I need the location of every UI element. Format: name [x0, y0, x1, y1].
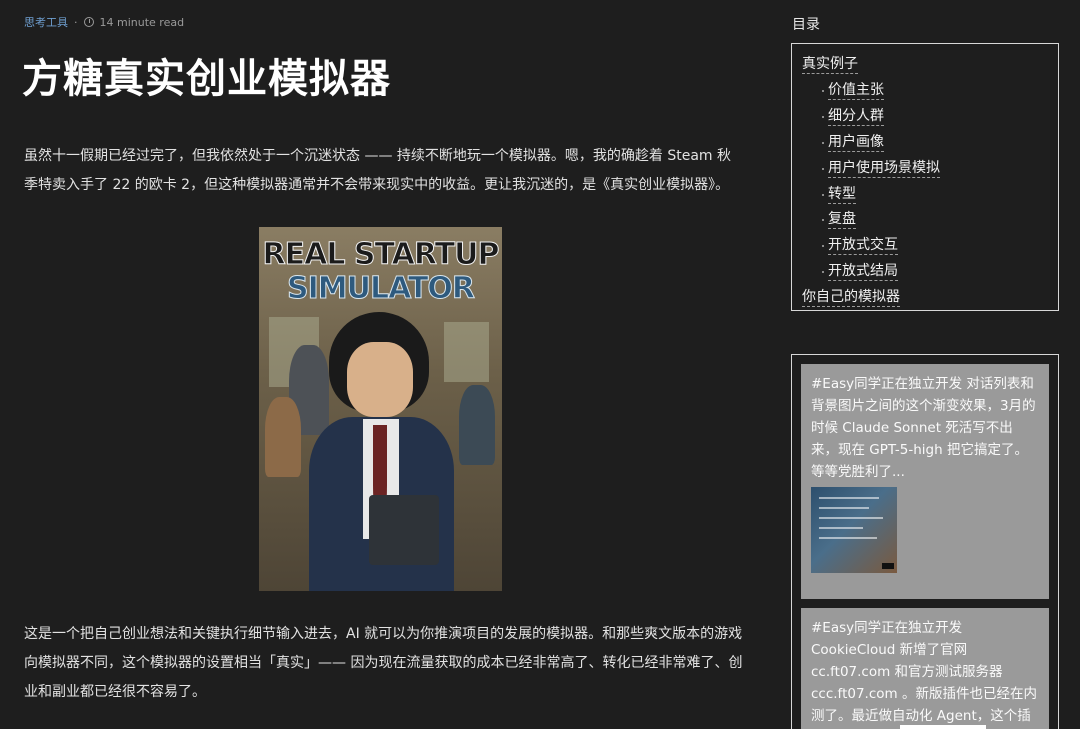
toc-item-label: 开放式结局 — [828, 263, 898, 282]
feed-panel: #Easy同学正在独立开发 对话列表和背景图片之间的这个渐变效果，3月的时候 C… — [791, 354, 1059, 729]
toc-item-label: 价值主张 — [828, 81, 884, 100]
toc-title: 目录 — [792, 17, 820, 33]
toc-item[interactable]: 细分人群 — [802, 104, 1048, 130]
feed-card-text: #Easy同学正在独立开发 CookieCloud 新增了官网 cc.ft07.… — [811, 620, 1037, 724]
toc-item-label: 细分人群 — [828, 107, 884, 126]
toc-item[interactable]: 开放式结局 — [802, 259, 1048, 285]
table-of-contents: 真实例子价值主张细分人群用户画像用户使用场景模拟 转型复盘开放式交互开放式结局你自… — [791, 43, 1059, 311]
scroll-indicator — [900, 725, 986, 729]
cover-title-line2: SIMULATOR — [286, 271, 475, 307]
toc-item[interactable]: 转型 — [802, 182, 1048, 208]
feed-card-text: #Easy同学正在独立开发 对话列表和背景图片之间的这个渐变效果，3月的时候 C… — [811, 376, 1036, 480]
page-title: 方糖真实创业模拟器 — [22, 56, 391, 102]
toc-item[interactable]: 开放式交互 — [802, 233, 1048, 259]
article-paragraph-1: 虽然十一假期已经过完了，但我依然处于一个沉迷状态 —— 持续不断地玩一个模拟器。… — [24, 148, 732, 193]
toc-item-label: 复盘 — [828, 211, 856, 230]
toc-item-label: 你自己的模拟器 — [802, 289, 900, 308]
toc-item[interactable]: 复盘 — [802, 207, 1048, 233]
toc-item[interactable]: 用户画像 — [802, 130, 1048, 156]
feed-card[interactable]: #Easy同学正在独立开发 CookieCloud 新增了官网 cc.ft07.… — [801, 608, 1049, 729]
toc-item[interactable]: 用户使用场景模拟 — [802, 156, 1048, 182]
read-time: 14 minute read — [99, 15, 185, 29]
meta-separator: · — [74, 15, 78, 29]
toc-item-label: 开放式交互 — [828, 237, 898, 256]
toc-item[interactable]: 价值主张 — [802, 78, 1048, 104]
clock-icon — [83, 17, 94, 27]
article-paragraph-2: 这是一个把自己创业想法和关键执行细节输入进去，AI 就可以为你推演项目的发展的模… — [24, 626, 743, 700]
category-link[interactable]: 思考工具 — [24, 14, 68, 30]
toc-item-label: 转型 — [828, 185, 856, 204]
toc-list: 真实例子价值主张细分人群用户画像用户使用场景模拟 转型复盘开放式交互开放式结局你自… — [802, 52, 1048, 311]
post-meta: 思考工具 · 14 minute read — [24, 14, 184, 30]
toc-item-label: 真实例子 — [802, 56, 858, 74]
toc-item-label: 用户画像 — [828, 133, 884, 152]
cover-title-line1: REAL STARTUP — [262, 237, 500, 273]
feed-card[interactable]: #Easy同学正在独立开发 对话列表和背景图片之间的这个渐变效果，3月的时候 C… — [801, 364, 1049, 599]
cover-image: REAL STARTUP SIMULATOR — [259, 227, 502, 591]
toc-item[interactable]: 你自己的模拟器 — [802, 285, 1048, 311]
toc-item-label: 用户使用场景模拟 — [828, 159, 940, 178]
toc-item[interactable]: 真实例子 — [802, 52, 1048, 78]
feed-card-thumbnail[interactable] — [811, 487, 897, 573]
